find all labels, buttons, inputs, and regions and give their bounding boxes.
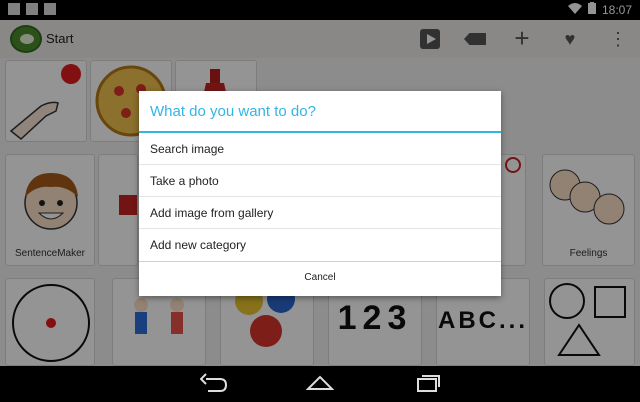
navigation-bar — [0, 366, 640, 402]
option-take-photo[interactable]: Take a photo — [139, 165, 501, 197]
cancel-button[interactable]: Cancel — [139, 261, 501, 293]
dialog-title: What do you want to do? — [139, 91, 501, 133]
back-icon[interactable] — [199, 373, 228, 393]
option-search-image[interactable]: Search image — [139, 133, 501, 165]
recent-apps-icon[interactable] — [414, 373, 442, 393]
option-add-from-gallery[interactable]: Add image from gallery — [139, 197, 501, 229]
home-icon[interactable] — [305, 373, 335, 393]
add-content-dialog: What do you want to do? Search image Tak… — [139, 91, 501, 296]
option-add-category[interactable]: Add new category — [139, 229, 501, 261]
